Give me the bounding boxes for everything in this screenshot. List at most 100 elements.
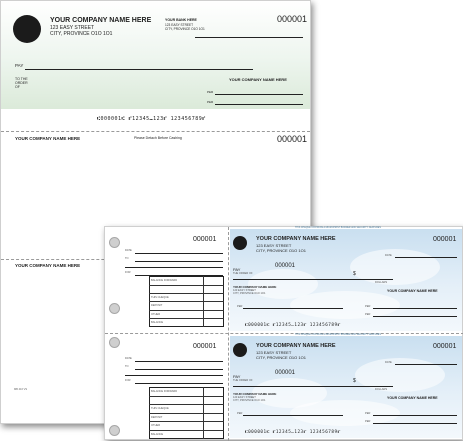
binder-hole-1 bbox=[109, 237, 120, 248]
stub-top-to-line bbox=[135, 261, 223, 262]
top-cheque-signature-company: YOUR COMPANY NAME HERE bbox=[387, 289, 438, 293]
top-security-note: THIS CHEQUE CONTAINS A MICROPRINT BORDER… bbox=[295, 227, 381, 229]
bottom-cheque-signature-company: YOUR COMPANY NAME HERE bbox=[387, 396, 438, 400]
stub-perforation bbox=[228, 227, 229, 441]
top-cheque-per-3: PER bbox=[365, 313, 371, 316]
ledger-row bbox=[149, 301, 224, 302]
top-cheque-per-1: PER bbox=[237, 305, 243, 308]
bottom-cheque-city: CITY, PROVINCE O1O 1O1 bbox=[256, 355, 306, 360]
bottom-cheque-company-name: YOUR COMPANY NAME HERE bbox=[256, 343, 336, 349]
stub-top-extra-line bbox=[125, 267, 223, 268]
bottom-cheque-dollar-sign: $ bbox=[353, 378, 356, 384]
top-cheque-per-2: PER bbox=[365, 305, 371, 308]
bottom-cheque-per-2: PER bbox=[365, 412, 371, 415]
ledger-row bbox=[149, 318, 224, 319]
ledger-this-cheque: THIS CHEQUE bbox=[151, 407, 169, 410]
stub-top-cheque-number: 000001 bbox=[193, 236, 217, 243]
bottom-security-note: THIS CHEQUE CONTAINS A MICROPRINT BORDER… bbox=[295, 334, 381, 336]
stub-bottom-for-label: FOR bbox=[125, 379, 131, 382]
ledger-balance: BALANCE bbox=[151, 321, 164, 324]
ledger-row bbox=[149, 310, 224, 311]
binder-hole-4 bbox=[109, 425, 120, 436]
company-logo bbox=[13, 15, 41, 43]
stub-top-to-label: TO bbox=[125, 257, 129, 260]
per-label-2: PER bbox=[207, 100, 214, 104]
bottom-cheque-order-of: THE ORDER OF bbox=[233, 379, 253, 382]
stub-bottom-to-line bbox=[135, 369, 223, 370]
ledger-deposit: DEPOSIT bbox=[151, 416, 163, 419]
top-cheque-order-of: THE ORDER OF bbox=[233, 272, 253, 275]
top-cheque-right-sign-line bbox=[373, 308, 457, 309]
top-cheque-amount-line bbox=[233, 279, 393, 280]
stub1-cheque-number: 000001 bbox=[277, 134, 308, 144]
bottom-cheque-date-label: DATE bbox=[385, 361, 392, 364]
top-cheque-number: 000001 bbox=[433, 236, 457, 243]
top-cheque-date-line bbox=[395, 257, 457, 258]
top-cheque-inner-number: 000001 bbox=[275, 263, 296, 269]
detach-note: Please Detach Before Cashing bbox=[134, 136, 182, 140]
of-label: OF bbox=[15, 85, 20, 89]
bottom-cheque-per-1: PER bbox=[237, 412, 243, 415]
bottom-cheque-right-sign-line bbox=[373, 415, 457, 416]
bank-city: CITY, PROVINCE O1O 1O1 bbox=[165, 27, 205, 31]
ledger-balance-forward: BALANCE FORWARD bbox=[151, 279, 178, 282]
ledger-other: OTHER bbox=[151, 313, 161, 316]
stub-top-date-line bbox=[135, 253, 223, 254]
stub-bottom-date-label: DATE bbox=[125, 357, 132, 360]
perforation-1 bbox=[1, 131, 310, 132]
ledger-other: OTHER bbox=[151, 424, 161, 427]
top-cheque-city: CITY, PROVINCE O1O 1O1 bbox=[256, 248, 306, 253]
ledger-row bbox=[149, 396, 224, 397]
top-cheque-date-label: DATE bbox=[385, 254, 392, 257]
stub1-company-name: YOUR COMPANY NAME HERE bbox=[15, 136, 81, 141]
top-cheque-micr: ⑆000001⑆ ⑈12345⑉123⑈ 123456789⑈ bbox=[245, 323, 341, 328]
bottom-cheque-right-sign-line-2 bbox=[373, 423, 457, 424]
ledger-row bbox=[149, 285, 224, 286]
micr-line: ⑆000001⑆ ⑈12345⑉123⑈ 123456789⑈ bbox=[97, 116, 206, 122]
ledger-this-cheque: THIS CHEQUE bbox=[151, 296, 169, 299]
cheque-number: 000001 bbox=[277, 14, 308, 24]
stub-bottom-extra-line bbox=[125, 375, 223, 376]
stub-top-for-label: FOR bbox=[125, 271, 131, 274]
bottom-cheque-logo bbox=[233, 343, 247, 357]
middle-perforation bbox=[105, 333, 463, 334]
company-city: CITY, PROVINCE O1O 1O1 bbox=[50, 31, 113, 37]
top-cheque-dollars: DOLLARS bbox=[375, 281, 388, 284]
stub-bottom-cheque-number: 000001 bbox=[193, 343, 217, 350]
form-code: MB 416 VS bbox=[14, 388, 28, 391]
ledger-row bbox=[149, 421, 224, 422]
cheque-security-band bbox=[1, 1, 310, 109]
bottom-cheque-per-3: PER bbox=[365, 420, 371, 423]
top-cheque-payee-city: CITY, PROVINCE O1O 1O1 bbox=[233, 292, 266, 295]
ledger-row bbox=[149, 404, 224, 405]
bottom-cheque-left-sign-line bbox=[243, 415, 343, 416]
ledger-row bbox=[149, 293, 224, 294]
date-line bbox=[195, 37, 303, 38]
bottom-cheque-inner-number: 000001 bbox=[275, 370, 296, 376]
signature-company-name: YOUR COMPANY NAME HERE bbox=[229, 77, 287, 82]
stub-bottom-to-label: TO bbox=[125, 365, 129, 368]
top-cheque-logo bbox=[233, 236, 247, 250]
bottom-cheque-dollars: DOLLARS bbox=[375, 388, 388, 391]
binder-hole-2 bbox=[109, 303, 120, 314]
ledger-balance: BALANCE bbox=[151, 433, 164, 436]
bottom-cheque-number: 000001 bbox=[433, 343, 457, 350]
ledger-divider bbox=[203, 276, 204, 327]
top-cheque-company-name: YOUR COMPANY NAME HERE bbox=[256, 236, 336, 242]
ledger-balance-forward: BALANCE FORWARD bbox=[151, 390, 178, 393]
bottom-cheque-amount-line bbox=[233, 386, 393, 387]
binder-hole-3 bbox=[109, 337, 120, 348]
stub2-company-name: YOUR COMPANY NAME HERE bbox=[15, 263, 81, 268]
bottom-cheque-micr: ⑆000001⑆ ⑈12345⑉123⑈ 123456789⑈ bbox=[245, 430, 341, 435]
stub-bottom-for-line bbox=[135, 383, 223, 384]
company-name: YOUR COMPANY NAME HERE bbox=[50, 17, 152, 24]
stub-top-date-label: DATE bbox=[125, 249, 132, 252]
bottom-cheque-date-line bbox=[395, 364, 457, 365]
pay-label: PAY bbox=[15, 63, 24, 68]
top-cheque-right-sign-line-2 bbox=[373, 316, 457, 317]
bank-name: YOUR BANK HERE bbox=[165, 18, 197, 22]
pay-line bbox=[25, 69, 253, 70]
ledger-row bbox=[149, 430, 224, 431]
stub-bottom-date-line bbox=[135, 361, 223, 362]
ledger-divider bbox=[203, 387, 204, 439]
